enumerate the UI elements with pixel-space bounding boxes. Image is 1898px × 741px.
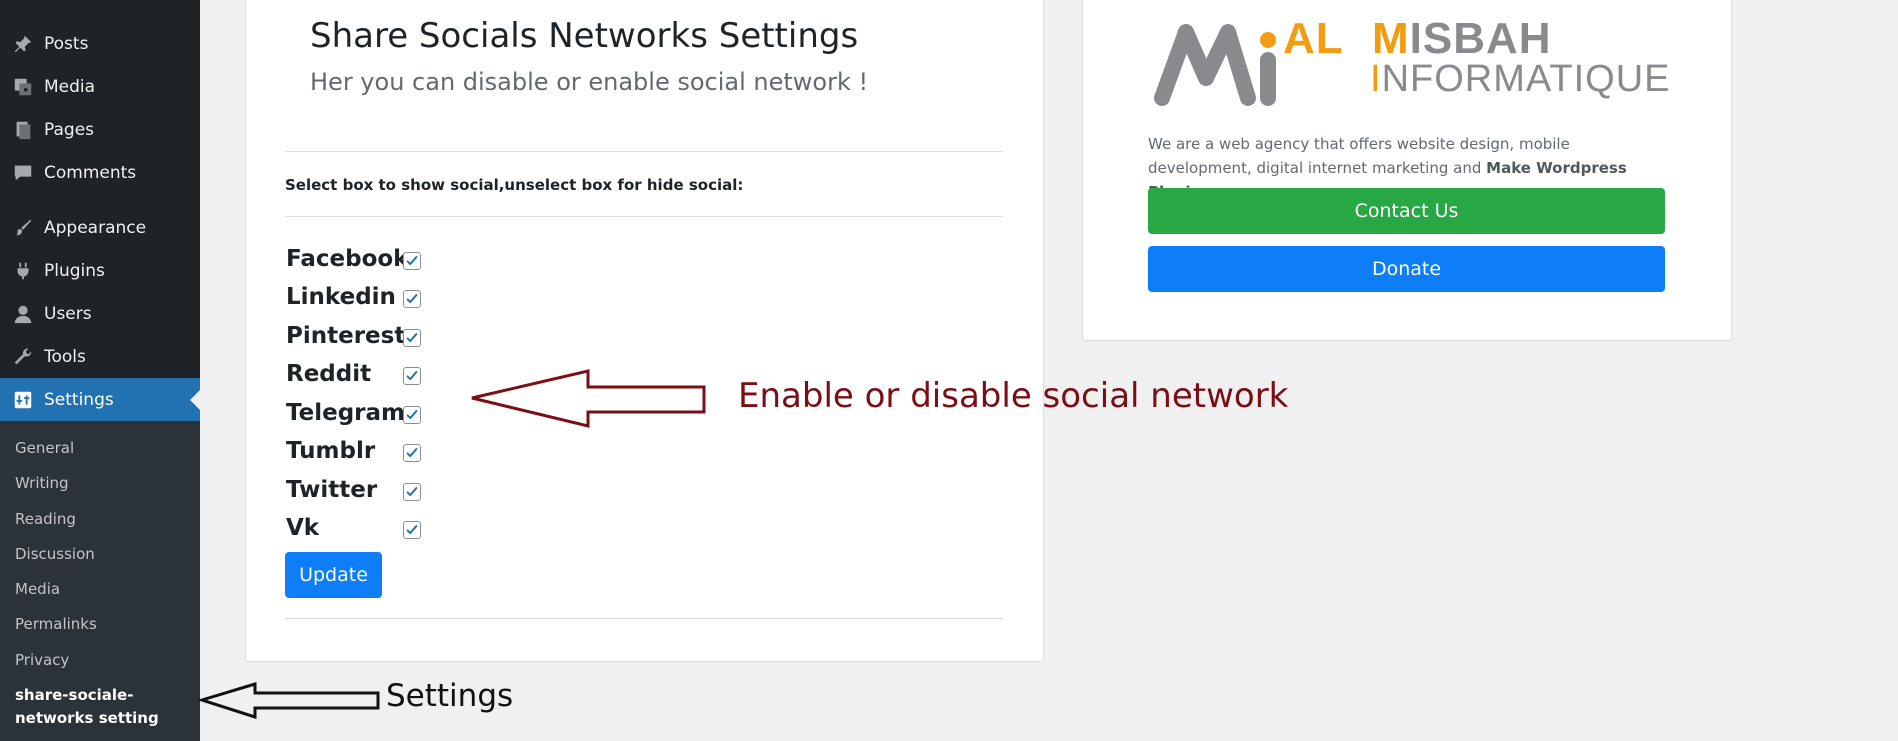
annotation-overlay — [196, 369, 706, 720]
annotation-social-text: Enable or disable social network — [738, 376, 1289, 416]
annotation-arrow-settings — [196, 681, 380, 720]
annotation-arrow-right — [471, 369, 706, 428]
annotation-settings-text: Settings — [386, 678, 514, 714]
